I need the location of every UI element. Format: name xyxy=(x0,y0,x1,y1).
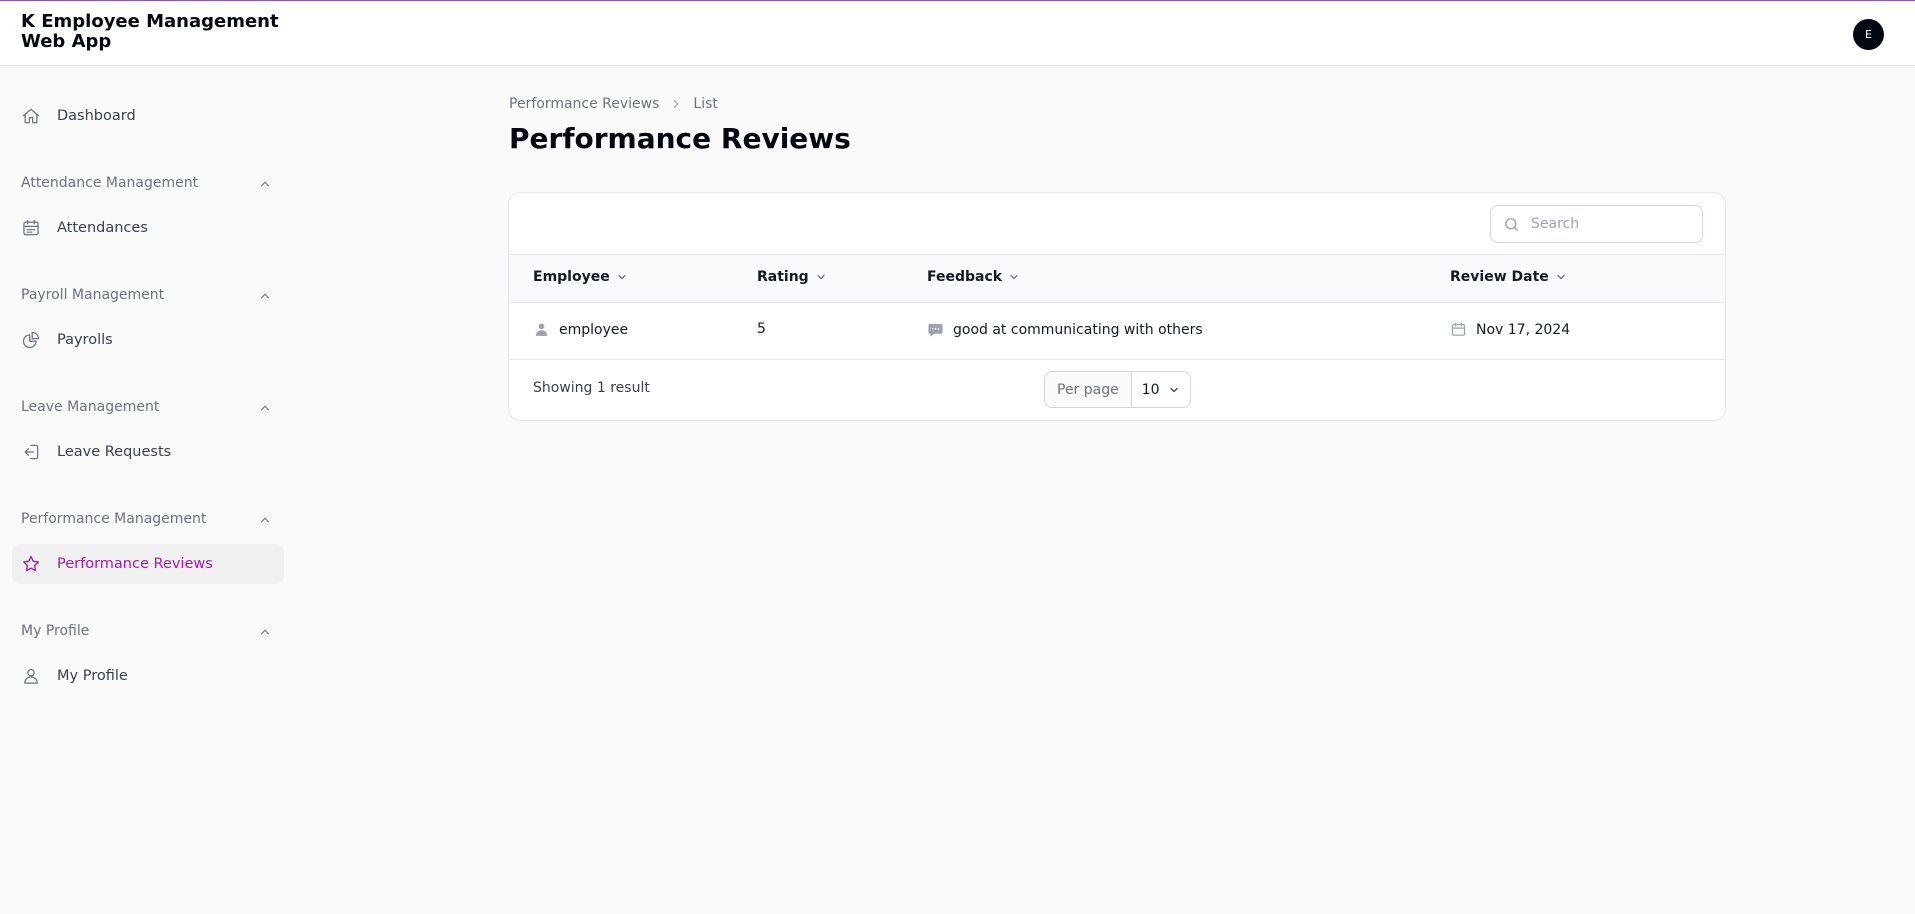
column-header-label: Rating xyxy=(757,269,809,285)
column-header-label: Feedback xyxy=(927,269,1003,285)
pie-chart-icon xyxy=(22,331,40,349)
sidebar-item-my-profile[interactable]: My Profile xyxy=(12,656,284,696)
sidebar-item-performance-reviews[interactable]: Performance Reviews xyxy=(12,544,284,584)
column-header-employee[interactable]: Employee xyxy=(533,269,628,285)
page-title: Performance Reviews xyxy=(509,122,851,155)
table-row[interactable]: employee 5 good at communicating with ot… xyxy=(509,303,1725,360)
breadcrumb-parent[interactable]: Performance Reviews xyxy=(509,96,659,112)
sidebar-item-dashboard[interactable]: Dashboard xyxy=(12,96,284,136)
column-header-rating[interactable]: Rating xyxy=(757,269,827,285)
group-label-attendance[interactable]: Attendance Management xyxy=(21,175,198,191)
chevron-right-icon xyxy=(674,99,679,109)
column-header-feedback[interactable]: Feedback xyxy=(927,269,1020,285)
cell-feedback: good at communicating with others xyxy=(927,321,1203,338)
column-header-review-date[interactable]: Review Date xyxy=(1450,269,1567,285)
chevron-up-icon[interactable] xyxy=(258,401,272,415)
cell-text: employee xyxy=(559,321,629,338)
table-header: Employee Rating Feedback Review Date xyxy=(509,254,1725,303)
cell-text: 5 xyxy=(757,321,766,337)
chevron-down-icon xyxy=(1169,387,1178,392)
user-icon xyxy=(535,323,548,336)
chevron-up-icon[interactable] xyxy=(258,289,272,303)
chevron-up-icon[interactable] xyxy=(258,625,272,639)
sidebar-item-label: Performance Reviews xyxy=(57,556,213,572)
home-icon xyxy=(22,108,40,124)
cell-rating: 5 xyxy=(757,321,766,337)
per-page-label: Per page xyxy=(1045,372,1132,407)
cell-employee: employee xyxy=(533,321,628,338)
chevron-down-icon xyxy=(1010,274,1018,280)
chevron-up-icon[interactable] xyxy=(258,513,272,527)
sidebar-item-label: Payrolls xyxy=(57,332,113,348)
user-avatar[interactable]: E xyxy=(1853,19,1884,50)
sidebar-item-attendances[interactable]: Attendances xyxy=(12,208,284,248)
chevron-down-icon xyxy=(618,274,626,280)
logout-icon xyxy=(24,444,39,460)
calendar-icon xyxy=(23,219,39,236)
sidebar-item-label: Dashboard xyxy=(57,108,136,124)
breadcrumb-current: List xyxy=(693,96,718,112)
group-label-performance[interactable]: Performance Management xyxy=(21,511,206,527)
calendar-icon xyxy=(1451,322,1466,336)
cell-review-date: Nov 17, 2024 xyxy=(1450,321,1570,338)
chevron-down-icon xyxy=(817,274,825,280)
search-icon xyxy=(1505,218,1518,231)
chevron-down-icon xyxy=(1557,274,1565,280)
sidebar-item-leave-requests[interactable]: Leave Requests xyxy=(12,432,284,472)
sidebar-item-label: Leave Requests xyxy=(57,444,172,460)
star-icon xyxy=(23,555,39,572)
per-page-select[interactable]: 10 xyxy=(1131,372,1190,407)
cell-text: Nov 17, 2024 xyxy=(1476,321,1571,338)
group-label-payroll[interactable]: Payroll Management xyxy=(21,287,164,303)
user-icon xyxy=(24,668,38,684)
breadcrumb: Performance Reviews List xyxy=(509,96,718,112)
column-header-label: Employee xyxy=(533,269,610,285)
group-label-my-profile[interactable]: My Profile xyxy=(21,623,89,639)
app-title[interactable]: K Employee Management Web App xyxy=(21,12,281,52)
search-input[interactable] xyxy=(1531,214,1691,234)
group-label-leave[interactable]: Leave Management xyxy=(21,399,159,415)
sidebar-item-label: My Profile xyxy=(57,668,128,684)
chat-bubble-icon xyxy=(928,323,943,337)
chevron-up-icon[interactable] xyxy=(258,177,272,191)
top-bar: K Employee Management Web App E xyxy=(0,0,1915,66)
sidebar-item-label: Attendances xyxy=(57,220,148,236)
per-page-value: 10 xyxy=(1141,381,1160,398)
per-page-control: Per page 10 xyxy=(1044,371,1191,408)
reviews-table-card: Employee Rating Feedback Review Date emp… xyxy=(508,192,1726,421)
result-count: Showing 1 result xyxy=(533,380,650,396)
cell-text: good at communicating with others xyxy=(953,321,1203,338)
search-box[interactable] xyxy=(1490,205,1703,243)
sidebar-item-payrolls[interactable]: Payrolls xyxy=(12,320,284,360)
column-header-label: Review Date xyxy=(1450,269,1549,285)
